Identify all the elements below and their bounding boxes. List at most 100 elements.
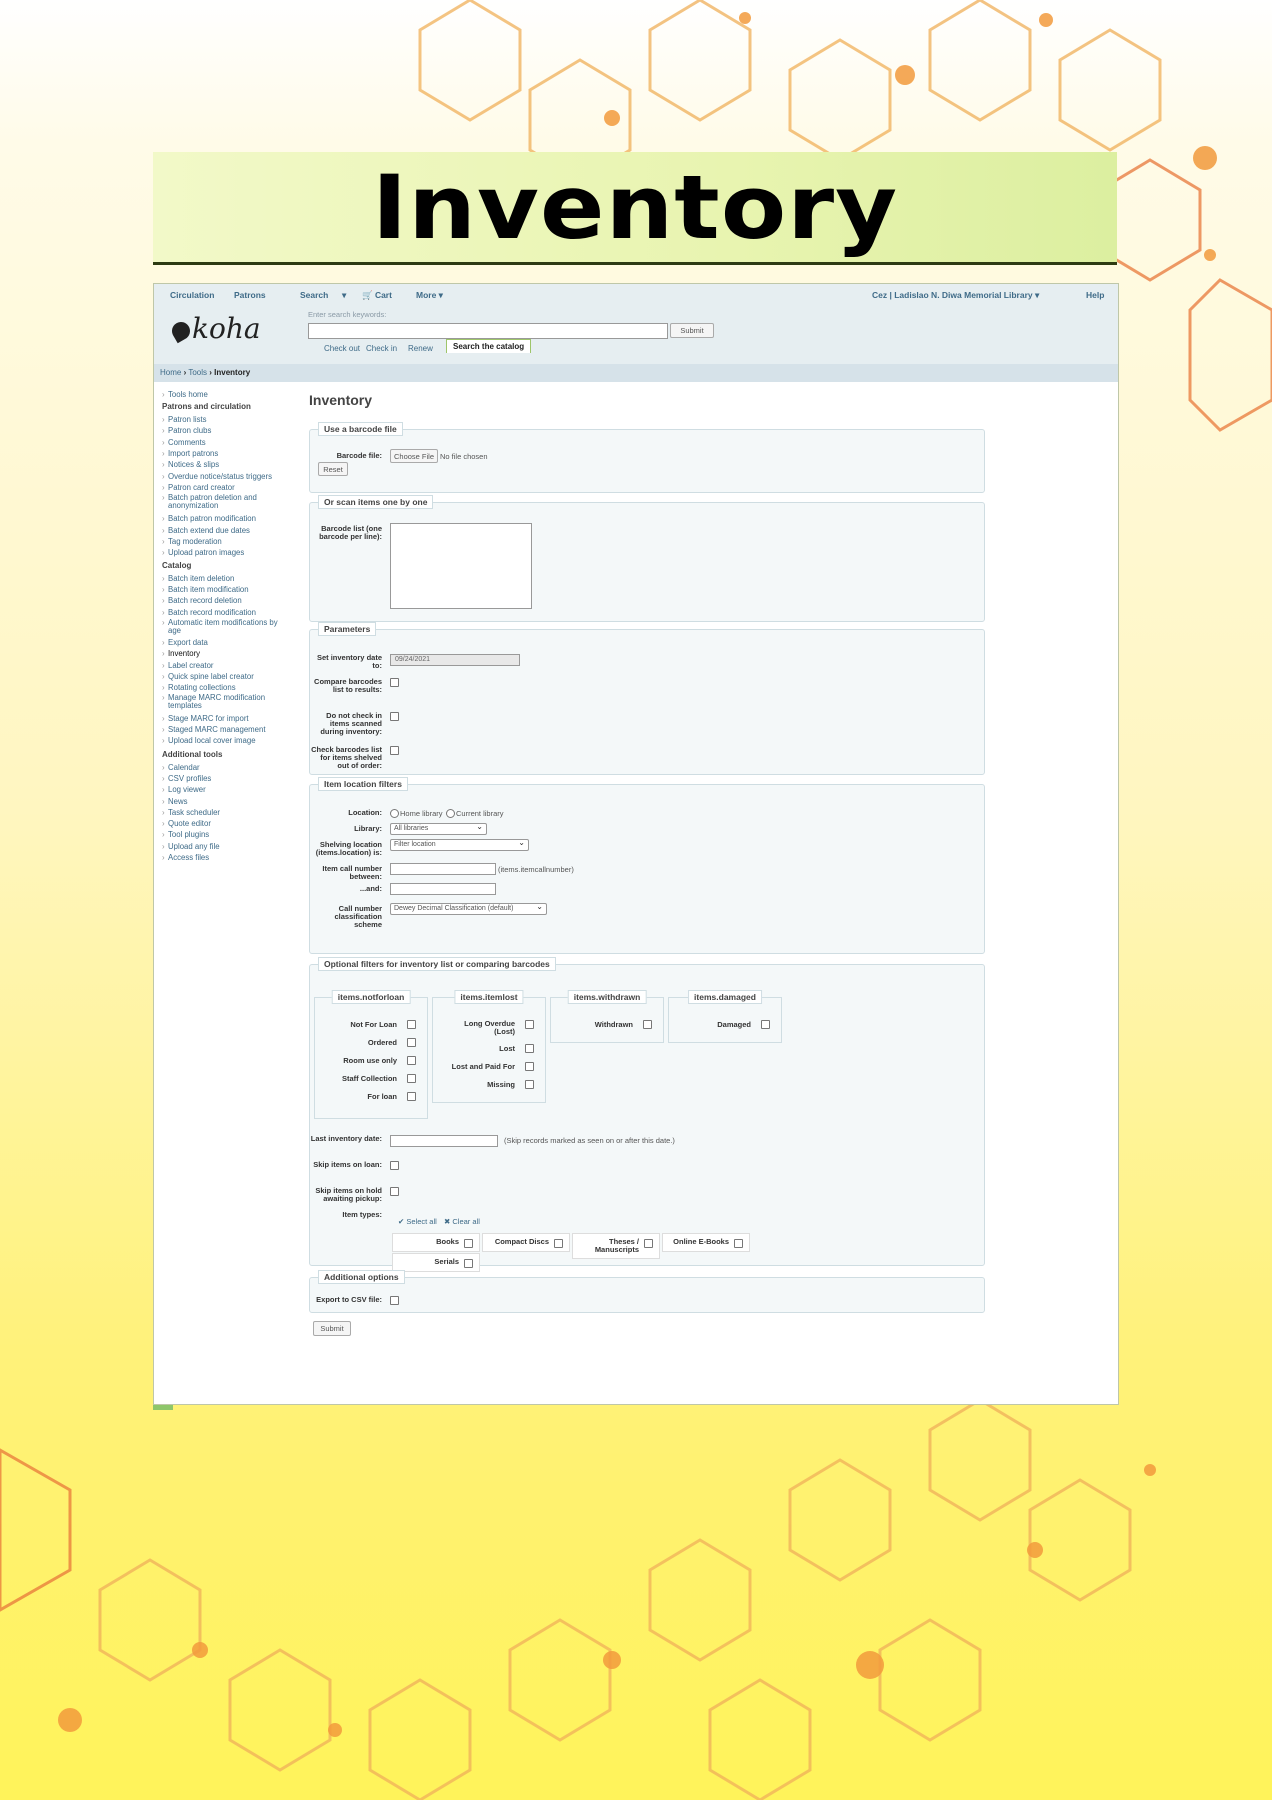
sidebar-item[interactable]: Calendar bbox=[162, 763, 200, 772]
tab-renew[interactable]: Renew bbox=[408, 344, 433, 353]
current-library-radio[interactable] bbox=[446, 809, 455, 818]
filter-checkbox[interactable] bbox=[525, 1062, 534, 1071]
type-checkbox[interactable] bbox=[644, 1239, 653, 1248]
nav-more[interactable]: More ▾ bbox=[416, 290, 443, 301]
filter-checkbox[interactable] bbox=[525, 1044, 534, 1053]
sidebar-item[interactable]: Batch patron deletion and anonymization bbox=[162, 494, 288, 510]
search-input[interactable] bbox=[308, 323, 668, 339]
filter-checkbox[interactable] bbox=[761, 1020, 770, 1029]
sidebar-item[interactable]: Automatic item modifications by age bbox=[162, 619, 288, 635]
compare-checkbox[interactable] bbox=[390, 678, 399, 687]
nav-circulation[interactable]: Circulation bbox=[170, 290, 214, 300]
sidebar-item[interactable]: Upload any file bbox=[162, 842, 220, 851]
no-checkin-checkbox[interactable] bbox=[390, 712, 399, 721]
nav-help[interactable]: Help bbox=[1086, 290, 1104, 300]
sidebar-item[interactable]: Tool plugins bbox=[162, 830, 209, 839]
skip-hold-checkbox[interactable] bbox=[390, 1187, 399, 1196]
skip-loan-checkbox[interactable] bbox=[390, 1161, 399, 1170]
sidebar-item[interactable]: Comments bbox=[162, 438, 206, 447]
sidebar-item[interactable]: Access files bbox=[162, 853, 209, 862]
sidebar-item[interactable]: Log viewer bbox=[162, 785, 206, 794]
sidebar-item[interactable]: Export data bbox=[162, 638, 208, 647]
sidebar-item[interactable]: Staged MARC management bbox=[162, 725, 265, 734]
library-select[interactable]: All libraries bbox=[390, 822, 487, 835]
select-all-link[interactable]: ✔ Select all bbox=[398, 1217, 437, 1226]
current-library-text: Current library bbox=[456, 809, 504, 818]
home-library-radio[interactable] bbox=[390, 809, 399, 818]
sidebar-item[interactable]: Stage MARC for import bbox=[162, 714, 249, 723]
barcode-list-textarea[interactable] bbox=[390, 523, 532, 609]
choose-file-button[interactable]: Choose File bbox=[390, 449, 438, 463]
sidebar-item[interactable]: Patron card creator bbox=[162, 483, 235, 492]
sidebar-item[interactable]: Rotating collections bbox=[162, 683, 236, 692]
sidebar-item[interactable]: Batch item deletion bbox=[162, 574, 234, 583]
filter-checkbox[interactable] bbox=[643, 1020, 652, 1029]
filter-checkbox[interactable] bbox=[407, 1092, 416, 1101]
barcode-file-label: Barcode file: bbox=[336, 451, 382, 460]
sidebar-item[interactable]: Batch record deletion bbox=[162, 596, 242, 605]
filter-checkbox[interactable] bbox=[407, 1056, 416, 1065]
filter-checkbox[interactable] bbox=[407, 1038, 416, 1047]
filter-checkbox[interactable] bbox=[525, 1080, 534, 1089]
withdrawn-group: items.withdrawn Withdrawn bbox=[550, 990, 664, 1043]
callnum-from-input[interactable] bbox=[390, 863, 496, 875]
sidebar-item[interactable]: CSV profiles bbox=[162, 774, 211, 783]
tab-check-out[interactable]: Check out bbox=[324, 344, 360, 353]
sidebar-item[interactable]: Task scheduler bbox=[162, 808, 220, 817]
sidebar-heading-additional: Additional tools bbox=[162, 750, 223, 759]
sidebar-item[interactable]: News bbox=[162, 797, 187, 806]
nav-patrons[interactable]: Patrons bbox=[234, 290, 266, 300]
sidebar-item[interactable]: Batch item modification bbox=[162, 585, 249, 594]
sidebar-item[interactable]: Batch patron modification bbox=[162, 514, 256, 523]
check-order-checkbox[interactable] bbox=[390, 746, 399, 755]
nav-search[interactable]: Search bbox=[300, 290, 328, 300]
sidebar-item[interactable]: Import patrons bbox=[162, 449, 218, 458]
type-label: Theses / Manuscripts bbox=[594, 1237, 639, 1254]
last-inventory-hint: (Skip records marked as seen on or after… bbox=[504, 1136, 675, 1145]
breadcrumb-tools[interactable]: Tools bbox=[188, 368, 207, 377]
sidebar-item[interactable]: Quote editor bbox=[162, 819, 211, 828]
sidebar-item[interactable]: Label creator bbox=[162, 661, 213, 670]
nav-cart[interactable]: 🛒 Cart bbox=[362, 290, 392, 301]
reset-button[interactable]: Reset bbox=[318, 462, 348, 476]
sidebar-item[interactable]: Overdue notice/status triggers bbox=[162, 472, 272, 481]
barcode-file-fieldset: Use a barcode file Barcode file: Choose … bbox=[309, 422, 985, 493]
sidebar-heading-patrons: Patrons and circulation bbox=[162, 402, 251, 411]
scheme-select[interactable]: Dewey Decimal Classification (default) bbox=[390, 902, 547, 915]
sidebar-item-inventory[interactable]: Inventory bbox=[162, 649, 200, 658]
type-checkbox[interactable] bbox=[734, 1239, 743, 1248]
nav-search-dropdown[interactable]: ▾ bbox=[342, 290, 346, 301]
inventory-date-input[interactable]: 09/24/2021 bbox=[390, 654, 520, 666]
type-checkbox[interactable] bbox=[554, 1239, 563, 1248]
sidebar-item[interactable]: Patron clubs bbox=[162, 426, 211, 435]
barcode-list-label: Barcode list (one barcode per line): bbox=[319, 524, 382, 541]
submit-button[interactable]: Submit bbox=[313, 1321, 351, 1336]
sidebar-item[interactable]: Patron lists bbox=[162, 415, 207, 424]
sidebar-tools-home[interactable]: Tools home bbox=[162, 390, 208, 399]
callnum-to-input[interactable] bbox=[390, 883, 496, 895]
sidebar-item[interactable]: Upload local cover image bbox=[162, 736, 256, 745]
filter-checkbox[interactable] bbox=[525, 1020, 534, 1029]
sidebar-item[interactable]: Upload patron images bbox=[162, 548, 244, 557]
sidebar-item[interactable]: Batch extend due dates bbox=[162, 526, 250, 535]
filter-checkbox[interactable] bbox=[407, 1074, 416, 1083]
tab-check-in[interactable]: Check in bbox=[366, 344, 397, 353]
filter-checkbox[interactable] bbox=[407, 1020, 416, 1029]
breadcrumb-home[interactable]: Home bbox=[160, 368, 181, 377]
koha-logo[interactable]: koha bbox=[168, 312, 261, 345]
shelving-select[interactable]: Filter location bbox=[390, 838, 529, 851]
type-checkbox[interactable] bbox=[464, 1239, 473, 1248]
sidebar-item[interactable]: Notices & slips bbox=[162, 460, 219, 469]
last-inventory-input[interactable] bbox=[390, 1135, 498, 1147]
sidebar-item[interactable]: Manage MARC modification templates bbox=[162, 694, 288, 710]
sidebar-item[interactable]: Quick spine label creator bbox=[162, 672, 254, 681]
user-library-menu[interactable]: Cez | Ladislao N. Diwa Memorial Library … bbox=[872, 290, 1039, 301]
tab-search-catalog[interactable]: Search the catalog bbox=[446, 339, 532, 353]
search-submit-button[interactable]: Submit bbox=[670, 323, 714, 338]
sidebar-item[interactable]: Tag moderation bbox=[162, 537, 222, 546]
breadcrumb-separator: › bbox=[209, 368, 212, 377]
export-csv-checkbox[interactable] bbox=[390, 1296, 399, 1305]
clear-all-link[interactable]: ✖ Clear all bbox=[444, 1217, 480, 1226]
sidebar-item[interactable]: Batch record modification bbox=[162, 608, 256, 617]
type-checkbox[interactable] bbox=[464, 1259, 473, 1268]
